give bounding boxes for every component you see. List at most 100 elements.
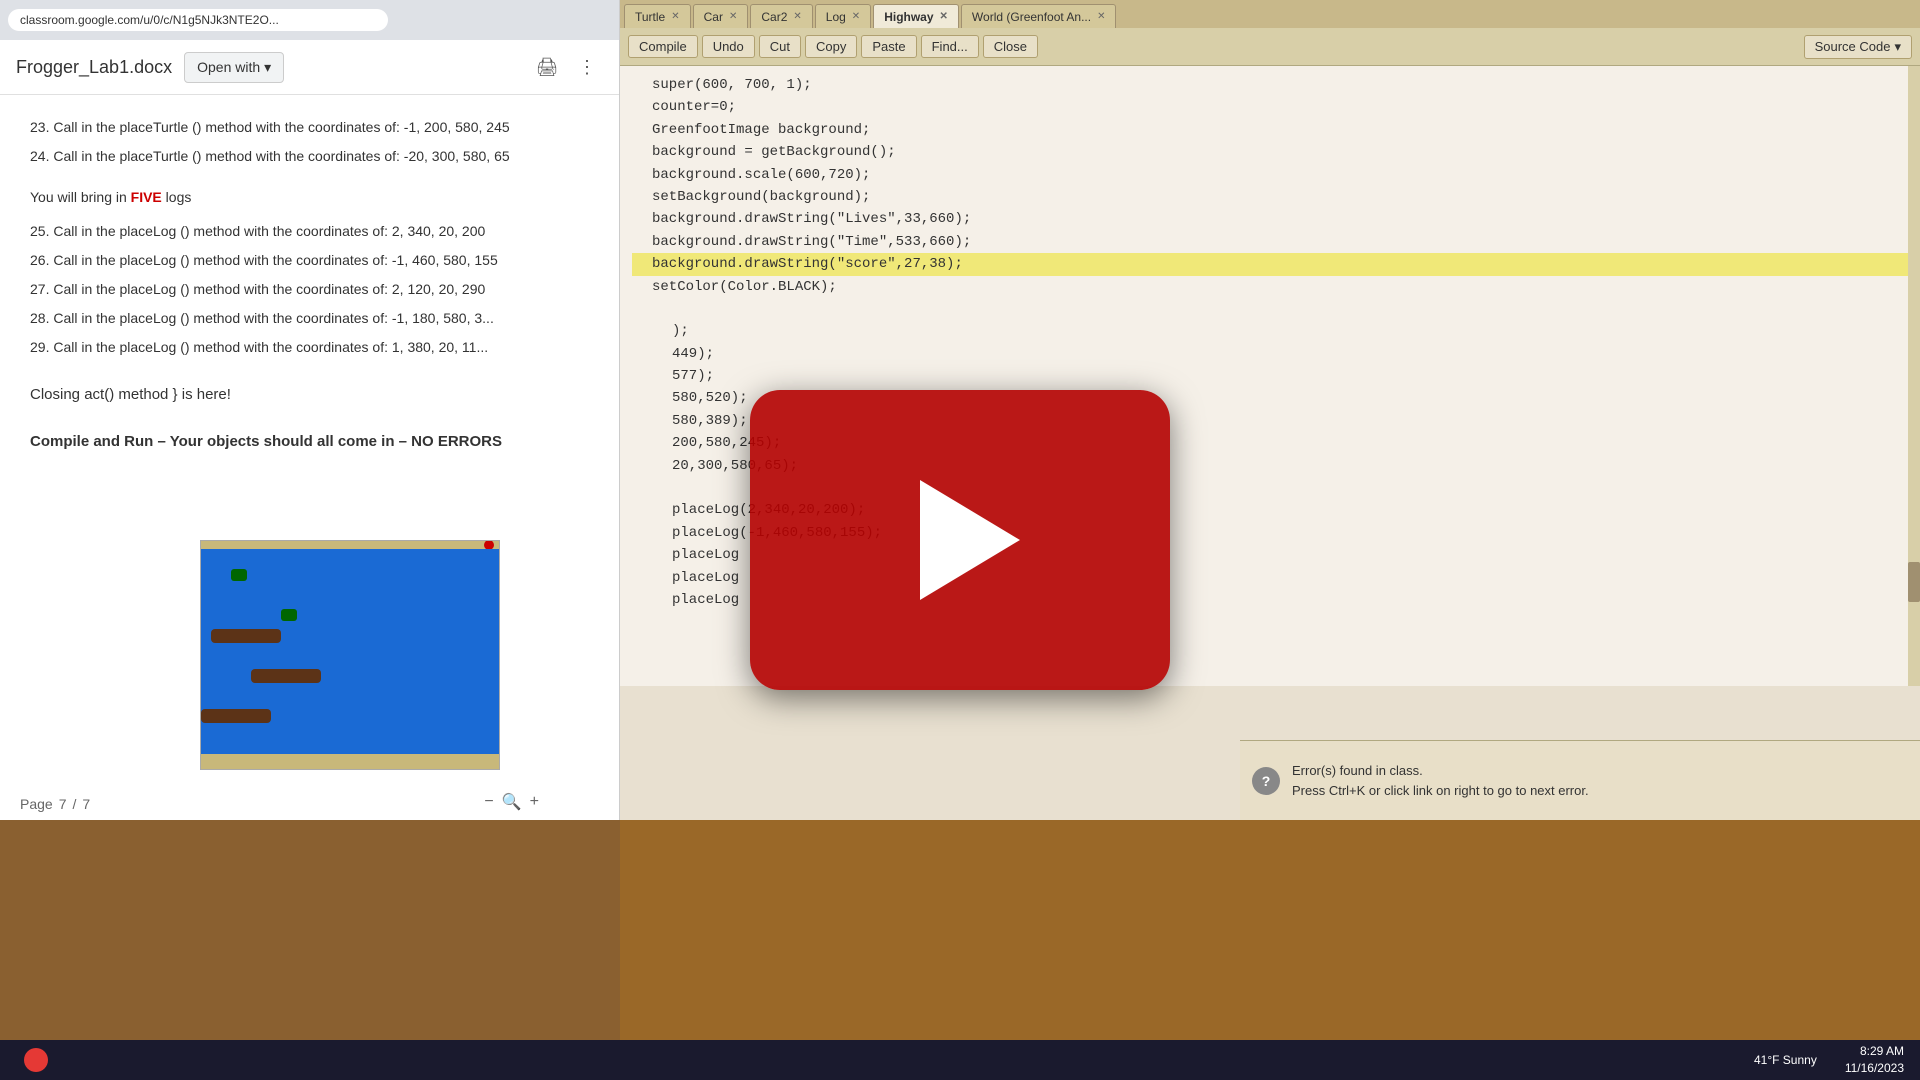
zoom-in-icon[interactable]: +	[530, 793, 539, 811]
undo-button[interactable]: Undo	[702, 35, 755, 58]
zoom-controls: − 🔍 +	[484, 792, 539, 812]
clock-time: 8:29 AM	[1845, 1043, 1904, 1060]
screen: classroom.google.com/u/0/c/N1g5NJk3NTE2O…	[0, 0, 1920, 1080]
close-editor-button[interactable]: Close	[983, 35, 1038, 58]
tab-world-close[interactable]: ✕	[1097, 11, 1105, 22]
system-clock: 8:29 AM 11/16/2023	[1845, 1043, 1904, 1077]
doc-item-25: 25. Call in the placeLog () method with …	[30, 219, 589, 244]
code-line-14: 577);	[632, 365, 1908, 387]
tab-world[interactable]: World (Greenfoot An... ✕	[961, 4, 1117, 28]
tab-highway[interactable]: Highway ✕	[873, 4, 959, 28]
tab-car2[interactable]: Car2 ✕	[750, 4, 812, 28]
page-total: 7	[82, 796, 90, 812]
logs-suffix: logs	[162, 189, 192, 205]
code-line-2: counter=0;	[632, 96, 1908, 118]
tab-world-label: World (Greenfoot An...	[972, 10, 1091, 24]
code-line-9-highlight: background.drawString("score",27,38);	[632, 253, 1908, 275]
toolbar-icons: 🖨 ⋮	[531, 51, 603, 83]
open-with-button[interactable]: Open with ▾	[184, 52, 284, 83]
system-tray: 41°F Sunny 8:29 AM 11/16/2023	[1754, 1043, 1904, 1077]
five-logs-section: You will bring in FIVE logs	[30, 185, 589, 210]
more-options-icon[interactable]: ⋮	[571, 51, 603, 83]
error-line-1: Error(s) found in class.	[1292, 761, 1589, 781]
frog-sprite-1	[231, 569, 247, 581]
doc-item-23: 23. Call in the placeTurtle () method wi…	[30, 115, 589, 140]
doc-title: Frogger_Lab1.docx	[16, 57, 172, 78]
paste-button[interactable]: Paste	[861, 35, 916, 58]
code-line-1: super(600, 700, 1);	[632, 74, 1908, 96]
tab-log[interactable]: Log ✕	[815, 4, 871, 28]
system-taskbar: 41°F Sunny 8:29 AM 11/16/2023	[0, 1040, 1920, 1080]
tab-car[interactable]: Car ✕	[693, 4, 749, 28]
game-top-bar	[201, 541, 499, 549]
copy-button[interactable]: Copy	[805, 35, 857, 58]
page-label: Page	[20, 796, 53, 812]
url-bar[interactable]: classroom.google.com/u/0/c/N1g5NJk3NTE2O…	[8, 9, 388, 31]
page-current: 7	[59, 796, 67, 812]
compile-run-text: Compile and Run – Your objects should al…	[30, 428, 589, 455]
tab-car2-close[interactable]: ✕	[793, 11, 801, 22]
code-line-5: background.scale(600,720);	[632, 164, 1908, 186]
tab-bar: Turtle ✕ Car ✕ Car2 ✕ Log ✕ Highway ✕ Wo…	[620, 0, 1920, 28]
source-code-label: Source Code	[1815, 39, 1891, 54]
tab-turtle[interactable]: Turtle ✕	[624, 4, 691, 28]
code-line-8: background.drawString("Time",533,660);	[632, 231, 1908, 253]
log-sprite-2	[251, 669, 321, 683]
editor-scrollbar[interactable]	[1908, 66, 1920, 686]
tab-car-close[interactable]: ✕	[729, 11, 737, 22]
code-line-10: setColor(Color.BLACK);	[632, 276, 1908, 298]
doc-item-24: 24. Call in the placeTurtle () method wi…	[30, 144, 589, 169]
code-line-3: GreenfootImage background;	[632, 119, 1908, 141]
tab-car-label: Car	[704, 10, 723, 24]
youtube-play-button[interactable]	[750, 390, 1170, 690]
page-separator: /	[73, 796, 77, 812]
clock-date: 11/16/2023	[1845, 1060, 1904, 1077]
left-panel-docs: classroom.google.com/u/0/c/N1g5NJk3NTE2O…	[0, 0, 620, 820]
error-line-2: Press Ctrl+K or click link on right to g…	[1292, 781, 1589, 801]
weather-info: 41°F Sunny	[1754, 1053, 1817, 1067]
zoom-out-icon[interactable]: −	[484, 793, 493, 811]
closing-method-text: Closing act() method } is here!	[30, 381, 589, 408]
print-icon[interactable]: 🖨	[531, 51, 563, 83]
browser-bar: classroom.google.com/u/0/c/N1g5NJk3NTE2O…	[0, 0, 619, 40]
open-with-label: Open with	[197, 59, 260, 75]
log-sprite-3	[201, 709, 271, 723]
scrollbar-thumb[interactable]	[1908, 562, 1920, 602]
taskbar-chrome-icon[interactable]	[16, 1044, 56, 1076]
tab-log-close[interactable]: ✕	[852, 11, 860, 22]
tab-turtle-close[interactable]: ✕	[671, 11, 679, 22]
code-line-12: );	[632, 320, 1908, 342]
doc-item-26: 26. Call in the placeLog () method with …	[30, 248, 589, 273]
five-text: FIVE	[131, 189, 162, 205]
code-line-7: background.drawString("Lives",33,660);	[632, 208, 1908, 230]
game-preview-thumbnail	[200, 540, 500, 770]
cut-button[interactable]: Cut	[759, 35, 801, 58]
error-bar: ? Error(s) found in class. Press Ctrl+K …	[1240, 740, 1920, 820]
docs-toolbar: Frogger_Lab1.docx Open with ▾ 🖨 ⋮	[0, 40, 619, 95]
code-line-6: setBackground(background);	[632, 186, 1908, 208]
source-code-dropdown-icon: ▾	[1894, 39, 1901, 55]
tab-turtle-label: Turtle	[635, 10, 665, 24]
play-triangle-icon	[920, 480, 1020, 600]
error-text: Error(s) found in class. Press Ctrl+K or…	[1292, 761, 1589, 800]
tab-log-label: Log	[826, 10, 846, 24]
log-sprite-1	[211, 629, 281, 643]
page-indicator: Page 7 / 7	[20, 796, 90, 812]
five-logs-prefix: You will bring in	[30, 189, 131, 205]
code-line-blank	[632, 298, 1908, 320]
chevron-down-icon: ▾	[264, 59, 271, 76]
find-button[interactable]: Find...	[921, 35, 979, 58]
tab-highway-label: Highway	[884, 10, 933, 24]
code-line-4: background = getBackground();	[632, 141, 1908, 163]
ide-toolbar: Compile Undo Cut Copy Paste Find... Clos…	[620, 28, 1920, 66]
source-code-button[interactable]: Source Code ▾	[1804, 35, 1912, 59]
zoom-icon[interactable]: 🔍	[502, 792, 522, 812]
help-icon[interactable]: ?	[1252, 767, 1280, 795]
compile-button[interactable]: Compile	[628, 35, 698, 58]
chrome-icon	[24, 1048, 48, 1072]
doc-item-28: 28. Call in the placeLog () method with …	[30, 306, 589, 331]
tab-highway-close[interactable]: ✕	[940, 11, 948, 22]
code-line-13: 449);	[632, 343, 1908, 365]
game-water-area	[201, 549, 499, 754]
youtube-overlay[interactable]	[750, 390, 1170, 690]
